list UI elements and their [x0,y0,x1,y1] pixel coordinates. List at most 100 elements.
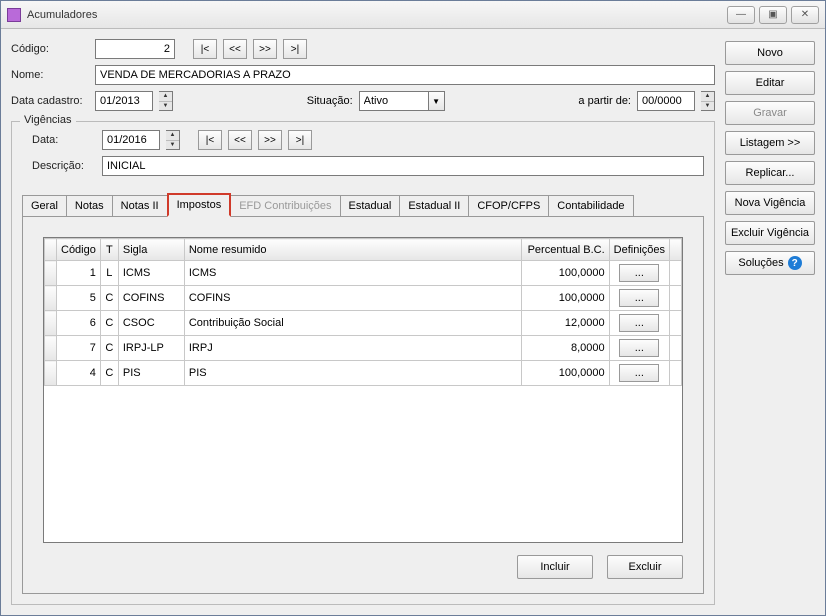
data-cadastro-label: Data cadastro: [11,95,89,107]
nav-last-button[interactable]: >| [283,39,307,59]
window-controls: — ▣ ✕ [727,6,819,24]
novo-button[interactable]: Novo [725,41,815,65]
excluir-button[interactable]: Excluir [607,555,683,579]
cell-codigo[interactable]: 5 [57,286,101,311]
vigencias-descricao-input[interactable] [102,156,704,176]
cell-percentual[interactable]: 8,0000 [521,336,609,361]
col-t-header[interactable]: T [100,239,118,261]
nav-first-button[interactable]: |< [193,39,217,59]
col-perc-header[interactable]: Percentual B.C. [521,239,609,261]
table-row[interactable]: 7CIRPJ-LPIRPJ8,0000... [45,336,682,361]
vigencias-nav-first[interactable]: |< [198,130,222,150]
tab-geral[interactable]: Geral [22,195,67,216]
situacao-label: Situação: [307,95,353,107]
solucoes-label: Soluções [738,257,783,269]
cell-nome[interactable]: ICMS [184,261,521,286]
solucoes-button[interactable]: Soluções ? [725,251,815,275]
cell-percentual[interactable]: 12,0000 [521,311,609,336]
cell-t[interactable]: C [100,311,118,336]
tab-estadual[interactable]: Estadual [340,195,401,216]
cell-codigo[interactable]: 1 [57,261,101,286]
cell-nome[interactable]: COFINS [184,286,521,311]
definicoes-button[interactable]: ... [619,289,659,307]
table-row[interactable]: 4CPISPIS100,0000... [45,361,682,386]
cell-codigo[interactable]: 4 [57,361,101,386]
nova-vigencia-button[interactable]: Nova Vigência [725,191,815,215]
cell-sigla[interactable]: CSOC [118,311,184,336]
listagem-button[interactable]: Listagem >> [725,131,815,155]
cell-percentual[interactable]: 100,0000 [521,286,609,311]
cell-sigla[interactable]: IRPJ-LP [118,336,184,361]
table-row[interactable]: 1LICMSICMS100,0000... [45,261,682,286]
vigencias-nav-next[interactable]: >> [258,130,282,150]
definicoes-button[interactable]: ... [619,264,659,282]
cell-t[interactable]: C [100,286,118,311]
cell-sigla[interactable]: PIS [118,361,184,386]
vigencias-data-input[interactable] [102,130,160,150]
col-codigo-header[interactable]: Código [57,239,101,261]
tab-notas[interactable]: Notas [66,195,113,216]
main-panel: Código: |< << >> >| Nome: Data cadastro:… [11,39,715,605]
row-selector[interactable] [45,361,57,386]
gravar-button[interactable]: Gravar [725,101,815,125]
definicoes-button[interactable]: ... [619,364,659,382]
cell-percentual[interactable]: 100,0000 [521,261,609,286]
definicoes-button[interactable]: ... [619,339,659,357]
a-partir-input[interactable] [637,91,695,111]
cell-definicoes: ... [609,336,669,361]
tab-panel-impostos: Código T Sigla Nome resumido Percentual … [22,216,704,594]
tab-cfop-cfps[interactable]: CFOP/CFPS [468,195,549,216]
codigo-label: Código: [11,43,89,55]
incluir-button[interactable]: Incluir [517,555,593,579]
nav-prev-button[interactable]: << [223,39,247,59]
col-def-header[interactable]: Definições [609,239,669,261]
tab-contabilidade[interactable]: Contabilidade [548,195,633,216]
row-selector[interactable] [45,311,57,336]
cell-nome[interactable]: IRPJ [184,336,521,361]
col-spacer [670,239,682,261]
tab-estadual-ii[interactable]: Estadual II [399,195,469,216]
a-partir-label: a partir de: [578,95,631,107]
a-partir-spinner[interactable]: ▲▼ [701,91,715,111]
vigencias-nav-prev[interactable]: << [228,130,252,150]
row-selector[interactable] [45,261,57,286]
vigencias-nav-last[interactable]: >| [288,130,312,150]
cell-sigla[interactable]: COFINS [118,286,184,311]
row-selector-header [45,239,57,261]
cell-t[interactable]: C [100,336,118,361]
close-button[interactable]: ✕ [791,6,819,24]
content: Código: |< << >> >| Nome: Data cadastro:… [1,29,825,615]
col-nome-header[interactable]: Nome resumido [184,239,521,261]
cell-nome[interactable]: Contribuição Social [184,311,521,336]
cell-sigla[interactable]: ICMS [118,261,184,286]
nome-label: Nome: [11,69,89,81]
nav-next-button[interactable]: >> [253,39,277,59]
cell-t[interactable]: C [100,361,118,386]
situacao-dropdown-button[interactable]: ▼ [429,91,445,111]
situacao-select[interactable] [359,91,429,111]
replicar-button[interactable]: Replicar... [725,161,815,185]
minimize-button[interactable]: — [727,6,755,24]
cell-codigo[interactable]: 7 [57,336,101,361]
cell-percentual[interactable]: 100,0000 [521,361,609,386]
codigo-input[interactable] [95,39,175,59]
excluir-vigencia-button[interactable]: Excluir Vigência [725,221,815,245]
window-title: Acumuladores [27,9,727,21]
row-selector[interactable] [45,286,57,311]
editar-button[interactable]: Editar [725,71,815,95]
table-row[interactable]: 5CCOFINSCOFINS100,0000... [45,286,682,311]
tab-impostos[interactable]: Impostos [167,193,232,217]
vigencias-data-spinner[interactable]: ▲▼ [166,130,180,150]
data-cadastro-input[interactable] [95,91,153,111]
maximize-button[interactable]: ▣ [759,6,787,24]
nome-input[interactable] [95,65,715,85]
col-sigla-header[interactable]: Sigla [118,239,184,261]
data-cadastro-spinner[interactable]: ▲▼ [159,91,173,111]
table-row[interactable]: 6CCSOCContribuição Social12,0000... [45,311,682,336]
cell-t[interactable]: L [100,261,118,286]
cell-codigo[interactable]: 6 [57,311,101,336]
row-selector[interactable] [45,336,57,361]
cell-nome[interactable]: PIS [184,361,521,386]
tab-notas-ii[interactable]: Notas II [112,195,168,216]
definicoes-button[interactable]: ... [619,314,659,332]
